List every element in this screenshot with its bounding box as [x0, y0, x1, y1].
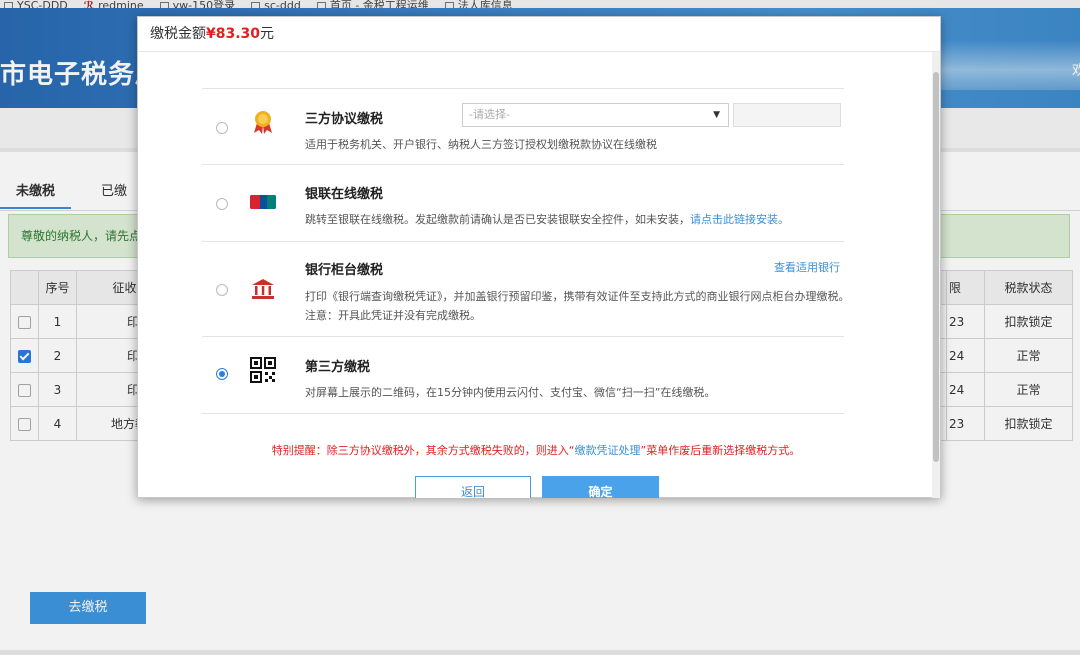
agreement-select-value: -请选择-: [469, 108, 510, 121]
option-bank-counter-title: 银行柜台缴税: [305, 263, 384, 278]
option-tripartite-title: 三方协议缴税: [305, 112, 384, 127]
option-unionpay-desc-text: 跳转至银联在线缴税。发起缴款前请确认是否已安装银联安全控件，如未安装，: [305, 213, 690, 226]
special-reminder: 特别提醒：除三方协议缴税外，其余方式缴税失败的，则进入“缴款凭证处理”菜单作废后…: [138, 442, 934, 458]
award-medal-icon: [254, 111, 272, 134]
option-tripartite-radio[interactable]: [216, 122, 228, 134]
qr-code-icon: [250, 357, 276, 383]
option-third-party[interactable]: 第三方缴税 对屏幕上展示的二维码，在15分钟内使用云闪付、支付宝、微信“扫一扫”…: [202, 336, 844, 414]
view-banks-link[interactable]: 查看适用银行: [774, 259, 840, 275]
chevron-down-icon: ▼: [713, 110, 720, 120]
option-tripartite[interactable]: 三方协议缴税 -请选择- ▼ 适用于税务机关、开户银行、纳税人三方签订授权划缴税…: [202, 88, 844, 165]
option-bank-counter-desc: 打印《银行端查询缴税凭证》，并加盖银行预留印鉴，携带有效证件至支持此方式的商业银…: [305, 290, 850, 303]
option-bank-counter-radio[interactable]: [216, 284, 228, 296]
option-unionpay[interactable]: 银联在线缴税 跳转至银联在线缴税。发起缴款前请确认是否已安装银联安全控件，如未安…: [202, 164, 844, 242]
confirm-button[interactable]: 确定: [542, 476, 659, 498]
reminder-suffix: ”菜单作废后重新选择缴税方式。: [640, 444, 801, 457]
amount-unit: 元: [260, 26, 275, 42]
option-tripartite-desc: 适用于税务机关、开户银行、纳税人三方签订授权划缴税款协议在线缴税: [305, 138, 657, 151]
option-bank-counter[interactable]: 银行柜台缴税 查看适用银行 打印《银行端查询缴税凭证》，并加盖银行预留印鉴，携带…: [202, 241, 850, 337]
option-bank-counter-note: 注意：开具此凭证并没有完成缴税。: [305, 309, 481, 322]
option-unionpay-radio[interactable]: [216, 198, 228, 210]
modal-title-label: 缴税金额: [150, 26, 206, 42]
option-third-party-title: 第三方缴税: [305, 360, 371, 375]
reminder-prefix: 特别提醒：除三方协议缴税外，其余方式缴税失败的，则进入“: [271, 444, 575, 457]
back-button[interactable]: 返回: [415, 476, 531, 498]
voucher-processing-link[interactable]: 缴款凭证处理: [575, 444, 641, 457]
unionpay-card-icon: [250, 195, 276, 209]
option-unionpay-desc: 跳转至银联在线缴税。发起缴款前请确认是否已安装银联安全控件，如未安装，请点击此链…: [305, 211, 789, 227]
option-third-party-radio[interactable]: [216, 368, 228, 380]
option-third-party-desc: 对屏幕上展示的二维码，在15分钟内使用云闪付、支付宝、微信“扫一扫”在线缴税。: [305, 386, 716, 399]
modal-title: 缴税金额¥83.30元: [138, 17, 940, 52]
agreement-extra-field[interactable]: [733, 103, 841, 127]
scrollbar-thumb[interactable]: [933, 72, 939, 462]
bank-icon: [252, 279, 274, 299]
agreement-select[interactable]: -请选择- ▼: [462, 103, 729, 127]
install-plugin-link[interactable]: 请点击此链接安装。: [690, 213, 789, 226]
modal-scrollbar[interactable]: [932, 52, 940, 498]
tax-amount: ¥83.30: [206, 26, 261, 42]
payment-modal: 缴税金额¥83.30元 三方协议缴税 -请选择- ▼ 适用于税务机关、开户银行、…: [137, 16, 941, 498]
modal-body: 三方协议缴税 -请选择- ▼ 适用于税务机关、开户银行、纳税人三方签订授权划缴税…: [138, 52, 934, 498]
option-unionpay-title: 银联在线缴税: [305, 187, 384, 202]
